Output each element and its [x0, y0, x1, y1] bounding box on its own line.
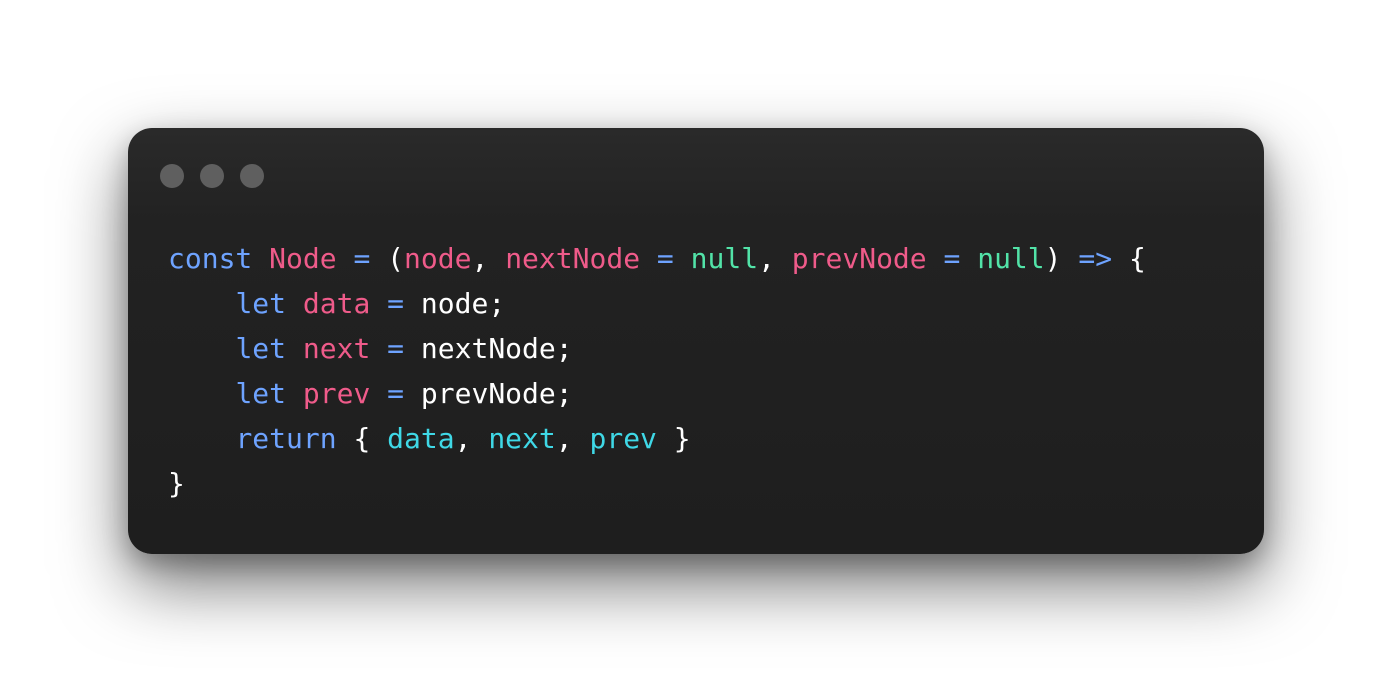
- code-token-plain-text: [252, 242, 269, 275]
- code-token-plain-text: [927, 242, 944, 275]
- code-token-plain-text: }: [656, 422, 691, 455]
- code-token-plain-text: [286, 332, 303, 365]
- code-line-3: let next = nextNode;: [168, 326, 1146, 371]
- code-token-plain-text: [168, 287, 235, 320]
- code-token-plain-text: [370, 377, 387, 410]
- code-token-identifier: node: [404, 242, 472, 275]
- code-token-plain-text: node;: [404, 287, 506, 320]
- code-token-null-literal: null: [690, 242, 759, 275]
- code-token-keyword: const: [168, 242, 253, 275]
- minimize-dot-icon: [200, 164, 224, 188]
- code-token-operator: =: [656, 242, 674, 275]
- code-token-property: prev: [589, 422, 657, 455]
- maximize-dot-icon: [240, 164, 264, 188]
- code-token-identifier: prev: [302, 377, 371, 410]
- code-token-identifier: prevNode: [791, 242, 927, 275]
- code-token-plain-text: ,: [471, 242, 506, 275]
- code-line-6: }: [168, 461, 1146, 506]
- code-token-plain-text: nextNode;: [404, 332, 573, 365]
- close-dot-icon: [160, 164, 184, 188]
- code-token-plain-text: [370, 332, 387, 365]
- code-token-plain-text: }: [168, 467, 185, 500]
- code-token-plain-text: prevNode;: [404, 377, 573, 410]
- code-token-identifier: Node: [269, 242, 337, 275]
- code-token-keyword: let: [235, 377, 287, 410]
- code-token-plain-text: {: [1112, 242, 1146, 275]
- code-token-operator: =: [387, 287, 405, 320]
- code-token-identifier: nextNode: [505, 242, 641, 275]
- window-controls: [160, 164, 264, 188]
- code-token-plain-text: [674, 242, 691, 275]
- code-token-plain-text: {: [336, 422, 388, 455]
- code-token-identifier: data: [302, 287, 371, 320]
- code-token-plain-text: [168, 422, 235, 455]
- code-token-plain-text: (: [370, 242, 405, 275]
- code-token-plain-text: ,: [454, 422, 489, 455]
- code-token-operator: =: [387, 332, 405, 365]
- code-block: const Node = (node, nextNode = null, pre…: [168, 236, 1146, 506]
- code-token-plain-text: [960, 242, 977, 275]
- code-token-plain-text: [640, 242, 657, 275]
- code-token-operator: =: [387, 377, 405, 410]
- code-token-null-literal: null: [977, 242, 1045, 275]
- code-line-1: const Node = (node, nextNode = null, pre…: [168, 236, 1146, 281]
- code-token-plain-text: [370, 287, 387, 320]
- code-token-operator: =>: [1078, 242, 1113, 275]
- canvas: const Node = (node, nextNode = null, pre…: [0, 0, 1392, 682]
- code-token-operator: =: [353, 242, 371, 275]
- code-line-5: return { data, next, prev }: [168, 416, 1146, 461]
- code-token-keyword: let: [235, 287, 287, 320]
- code-token-plain-text: ): [1044, 242, 1079, 275]
- code-token-plain-text: ,: [758, 242, 792, 275]
- code-token-keyword: let: [235, 332, 287, 365]
- code-token-identifier: next: [302, 332, 371, 365]
- code-token-property: data: [387, 422, 455, 455]
- code-token-plain-text: [286, 287, 303, 320]
- code-token-keyword: return: [235, 422, 337, 455]
- code-token-operator: =: [943, 242, 961, 275]
- code-token-plain-text: [168, 332, 235, 365]
- code-token-plain-text: [286, 377, 303, 410]
- code-token-plain-text: [337, 242, 354, 275]
- code-window: const Node = (node, nextNode = null, pre…: [128, 128, 1264, 554]
- code-line-2: let data = node;: [168, 281, 1146, 326]
- code-token-plain-text: [168, 377, 235, 410]
- code-token-plain-text: ,: [555, 422, 590, 455]
- code-line-4: let prev = prevNode;: [168, 371, 1146, 416]
- code-token-property: next: [488, 422, 556, 455]
